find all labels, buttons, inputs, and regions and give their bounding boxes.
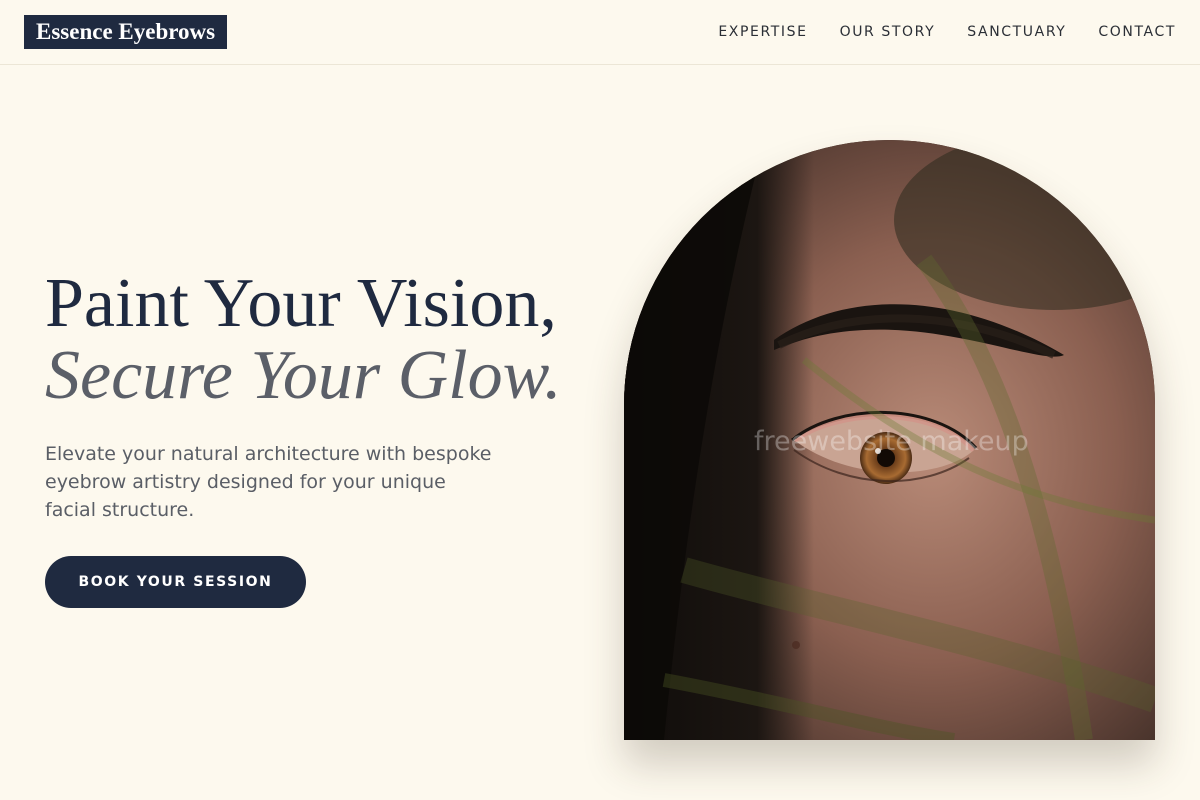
hero-headline-line2: Secure Your Glow.	[45, 337, 562, 414]
book-session-button[interactable]: BOOK YOUR SESSION	[45, 556, 306, 608]
site-header: Essence Eyebrows EXPERTISE OUR STORY SAN…	[0, 0, 1200, 65]
hero-subtext: Elevate your natural architecture with b…	[45, 443, 492, 521]
hero-headline: Paint Your Vision, Secure Your Glow.	[45, 268, 562, 412]
brand-logo[interactable]: Essence Eyebrows	[24, 15, 228, 49]
nav-link-our-story[interactable]: OUR STORY	[840, 21, 936, 43]
nav-link-contact[interactable]: CONTACT	[1098, 21, 1176, 43]
image-watermark: freewebsite makeup	[754, 426, 1029, 457]
hero-arch-image: freewebsite makeup	[624, 140, 1155, 740]
hero-headline-line1: Paint Your Vision,	[45, 265, 557, 342]
main-nav: EXPERTISE OUR STORY SANCTUARY CONTACT	[718, 21, 1176, 43]
nav-link-sanctuary[interactable]: SANCTUARY	[967, 21, 1066, 43]
nav-link-expertise[interactable]: EXPERTISE	[718, 21, 807, 43]
